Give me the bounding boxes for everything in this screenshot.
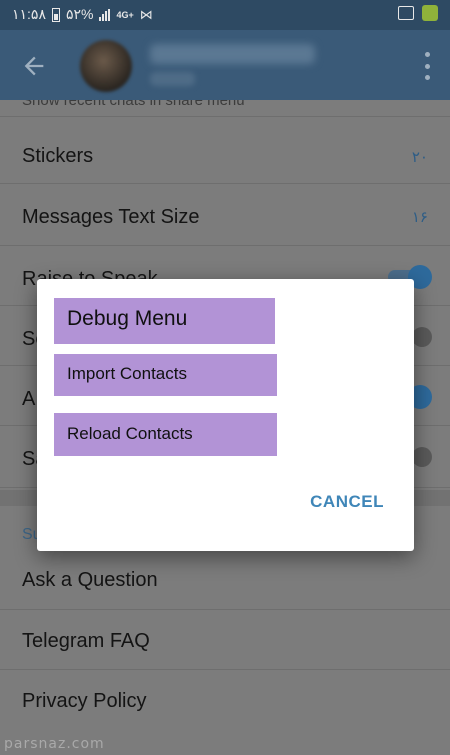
settings-row-text-size[interactable]: Messages Text Size ۱۶ — [0, 184, 450, 246]
row-label: Stickers — [22, 145, 94, 167]
blurred-user-status — [150, 72, 195, 86]
avatar[interactable] — [80, 40, 132, 92]
settings-row-privacy[interactable]: Privacy Policy — [0, 670, 450, 730]
toggle-knob — [412, 447, 432, 467]
gallery-notification-icon — [398, 6, 414, 20]
menu-item-reload-contacts[interactable]: Reload Contacts — [54, 413, 277, 456]
row-label: Ask a Question — [22, 569, 158, 591]
no-signal-icon: ⋈ — [139, 6, 153, 22]
status-bar: ۱۱:۵۸ ۵۲% 4G+ ⋈ — [0, 0, 450, 30]
signal-icon — [99, 8, 111, 21]
android-notification-icon — [422, 5, 438, 21]
row-label: Privacy Policy — [22, 690, 147, 712]
row-label: Messages Text Size — [22, 206, 200, 228]
settings-row-stickers[interactable]: Stickers ۲۰ — [0, 124, 450, 184]
network-type: 4G+ — [116, 9, 134, 20]
settings-row-faq[interactable]: Telegram FAQ — [0, 610, 450, 670]
cancel-button[interactable]: CANCEL — [310, 492, 384, 512]
cut-off-setting-label: Show recent chats in share menu — [22, 100, 245, 109]
divider — [0, 116, 450, 117]
battery-icon — [51, 7, 60, 22]
row-value: ۲۰ — [411, 149, 428, 166]
app-bar — [0, 30, 450, 100]
toggle-knob — [412, 327, 432, 347]
blurred-user-name — [150, 44, 315, 64]
row-label: Telegram FAQ — [22, 630, 150, 652]
watermark: parsnaz.com — [4, 736, 105, 752]
dialog-title: Debug Menu — [54, 298, 275, 344]
debug-menu-dialog: Debug Menu Import Contacts Reload Contac… — [37, 279, 414, 551]
more-options-icon[interactable] — [422, 52, 432, 80]
status-bar-left: ۱۱:۵۸ ۵۲% 4G+ ⋈ — [12, 6, 153, 23]
settings-row-ask-question[interactable]: Ask a Question — [0, 550, 450, 610]
row-label: A — [22, 388, 36, 410]
status-bar-right — [398, 5, 438, 21]
status-time: ۱۱:۵۸ — [12, 6, 46, 22]
menu-item-import-contacts[interactable]: Import Contacts — [54, 354, 277, 396]
battery-percent: ۵۲% — [65, 6, 94, 22]
back-arrow-icon[interactable] — [20, 52, 48, 80]
row-value: ۱۶ — [411, 209, 428, 226]
